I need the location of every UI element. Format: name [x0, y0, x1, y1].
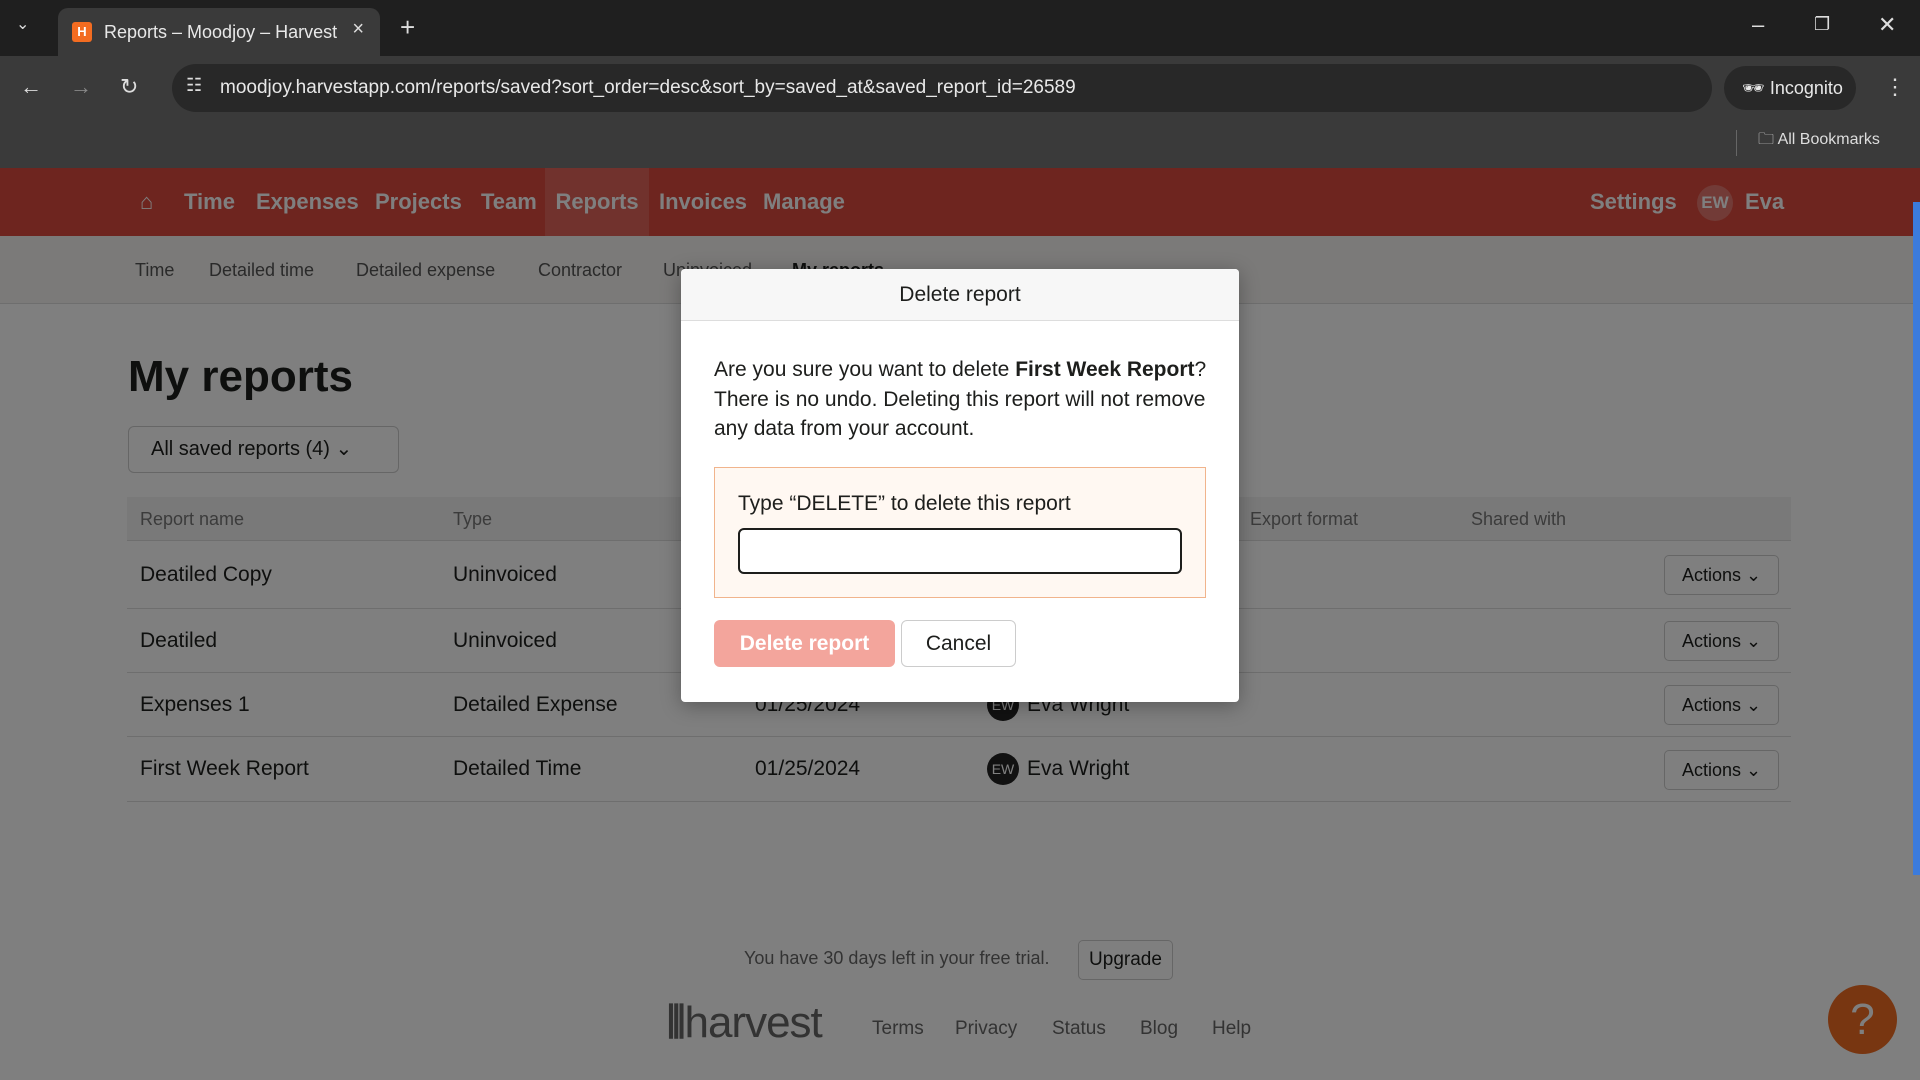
- delete-confirm-input[interactable]: [738, 528, 1182, 574]
- reload-icon[interactable]: ↻: [120, 74, 138, 100]
- minimize-icon[interactable]: –: [1752, 12, 1764, 38]
- restore-icon[interactable]: ❐: [1814, 14, 1830, 35]
- dialog-message: Are you sure you want to delete First We…: [714, 355, 1214, 444]
- confirm-label: Type “DELETE” to delete this report: [738, 492, 1071, 515]
- site-settings-icon[interactable]: ☷: [186, 75, 202, 96]
- delete-report-button[interactable]: Delete report: [714, 620, 895, 667]
- report-name: First Week Report: [1015, 358, 1195, 381]
- dialog-title: Delete report: [681, 269, 1239, 321]
- message-pre: Are you sure you want to delete: [714, 358, 1016, 381]
- folder-icon: 🗀: [1758, 131, 1778, 148]
- new-tab-icon[interactable]: +: [400, 12, 415, 43]
- close-tab-icon[interactable]: ×: [352, 18, 364, 41]
- tab-title: Reports – Moodjoy – Harvest: [104, 21, 338, 42]
- back-icon[interactable]: ←: [20, 74, 42, 100]
- scrollbar[interactable]: [1913, 202, 1920, 875]
- confirm-box: Type “DELETE” to delete this report: [714, 467, 1206, 598]
- incognito-icon: 🕶: [1742, 78, 1770, 98]
- close-window-icon[interactable]: ✕: [1878, 12, 1896, 38]
- cancel-button[interactable]: Cancel: [901, 620, 1016, 667]
- forward-icon[interactable]: →: [70, 74, 92, 100]
- incognito-badge[interactable]: 🕶 Incognito: [1724, 66, 1856, 110]
- all-bookmarks-label: All Bookmarks: [1777, 131, 1880, 148]
- address-bar[interactable]: ☷ moodjoy.harvestapp.com/reports/saved?s…: [172, 64, 1712, 112]
- all-bookmarks[interactable]: 🗀 All Bookmarks: [1758, 128, 1880, 155]
- divider: [1736, 130, 1737, 156]
- tab-search-icon[interactable]: ⌄: [16, 14, 29, 34]
- browser-tab-bar: ⌄ H Reports – Moodjoy – Harvest × + – ❐ …: [0, 0, 1920, 56]
- delete-report-dialog: Delete report Are you sure you want to d…: [681, 269, 1239, 702]
- url-text: moodjoy.harvestapp.com/reports/saved?sor…: [220, 77, 1076, 98]
- harvest-favicon: H: [72, 22, 92, 42]
- menu-icon[interactable]: ⋮: [1884, 74, 1906, 100]
- incognito-label: Incognito: [1769, 78, 1843, 98]
- browser-tab[interactable]: H Reports – Moodjoy – Harvest ×: [58, 8, 380, 56]
